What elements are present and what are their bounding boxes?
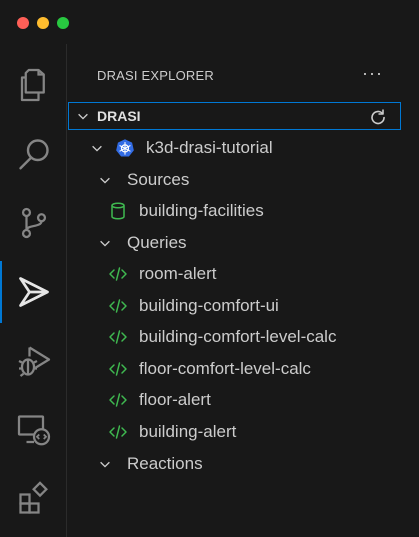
tree-item-label: k3d-drasi-tutorial [146,137,273,157]
minimize-window-button[interactable] [37,17,49,29]
refresh-icon [371,109,385,125]
tree-item-query[interactable]: building-alert [67,416,419,447]
tree-item-query[interactable]: building-comfort-level-calc [67,321,419,352]
activity-drasi[interactable] [0,261,67,323]
tree-item-label: building-comfort-level-calc [139,326,337,346]
chevron-down-icon [97,235,113,251]
code-icon [107,326,129,348]
tree-item-label: building-alert [139,421,237,441]
tree-item-label: Sources [127,169,190,189]
more-actions-button[interactable]: ··· [362,63,383,84]
section-label: DRASI [97,108,141,124]
tree-item-query[interactable]: floor-alert [67,384,419,415]
zoom-window-button[interactable] [57,17,69,29]
tree-item-cluster[interactable]: k3d-drasi-tutorial [67,132,419,163]
chevron-down-icon [97,456,113,472]
files-icon [20,68,45,102]
remote-explorer-icon [17,415,50,446]
tree-item-label: Reactions [127,453,203,473]
activity-search[interactable] [0,123,67,185]
sidebar-header: DRASI EXPLORER ··· [67,44,419,100]
run-debug-icon [17,346,50,377]
tree-item-query[interactable]: floor-comfort-level-calc [67,353,419,384]
chevron-down-icon [89,140,105,156]
tree-item-label: floor-comfort-level-calc [139,358,311,378]
search-icon [18,139,49,170]
tree-item-query[interactable]: room-alert [67,258,419,289]
tree-item-source[interactable]: building-facilities [67,195,419,226]
tree-item-label: floor-alert [139,389,211,409]
code-icon [107,295,129,317]
sidebar-title: DRASI EXPLORER [97,68,214,83]
tree-item-reactions[interactable]: Reactions [67,448,419,479]
activity-remote-explorer[interactable] [0,399,67,461]
activity-bar [0,44,67,537]
tree-item-label: room-alert [139,263,217,283]
title-bar [0,0,419,44]
code-icon [107,358,129,380]
tree-item-label: Queries [127,232,187,252]
extensions-icon [18,481,48,514]
activity-source-control[interactable] [0,192,67,254]
code-icon [107,421,129,443]
tree-item-label: building-facilities [139,200,264,220]
section-header-drasi[interactable]: DRASI [68,102,401,130]
close-window-button[interactable] [17,17,29,29]
tree-item-queries[interactable]: Queries [67,227,419,258]
tree-item-label: building-comfort-ui [139,295,279,315]
chevron-down-icon [75,108,91,124]
database-icon [107,200,129,222]
activity-extensions[interactable] [0,468,67,530]
activity-explorer[interactable] [0,54,67,116]
source-control-icon [21,207,46,239]
code-icon [107,263,129,285]
chevron-down-icon [97,172,113,188]
drasi-icon [18,277,49,307]
code-icon [107,389,129,411]
tree-item-query[interactable]: building-comfort-ui [67,290,419,321]
activity-run-debug[interactable] [0,330,67,392]
refresh-button[interactable] [368,107,388,127]
sidebar: DRASI EXPLORER ··· DRASI k3d-drasi-tutor… [67,44,419,537]
kubernetes-icon [114,137,136,159]
tree-item-sources[interactable]: Sources [67,164,419,195]
